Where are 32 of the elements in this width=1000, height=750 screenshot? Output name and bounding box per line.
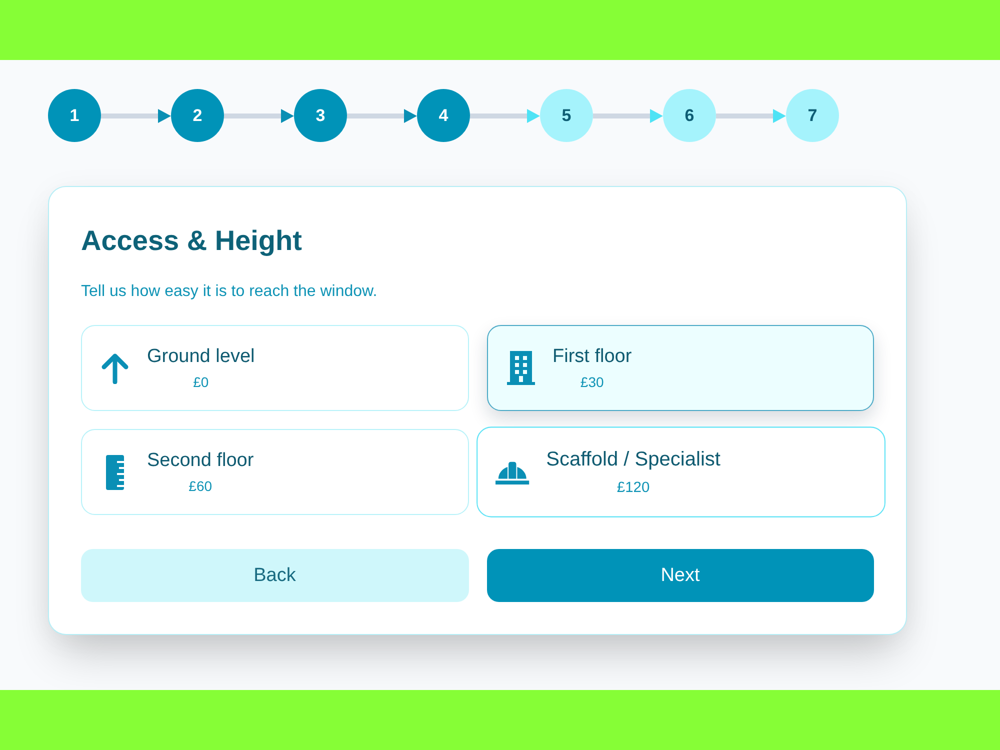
step-circle: 5 xyxy=(540,89,593,142)
ruler-icon xyxy=(106,454,124,490)
form-subtitle: Tell us how easy it is to reach the window. xyxy=(81,282,378,302)
option-card[interactable]: Second floor £60 xyxy=(81,429,468,515)
option-label: Ground level xyxy=(147,345,255,368)
step-circle: 4 xyxy=(417,89,470,142)
step-arrow xyxy=(593,108,663,122)
option-card[interactable]: First floor £30 xyxy=(486,325,874,411)
step-arrow xyxy=(716,108,786,122)
step-circle: 2 xyxy=(171,89,224,142)
option-card[interactable]: Scaffold / Specialist £120 xyxy=(476,426,884,518)
option-price: £120 xyxy=(616,477,650,496)
step-arrow xyxy=(224,108,294,122)
option-label: Second floor xyxy=(147,449,254,472)
arrow-up-icon xyxy=(100,352,130,384)
step-arrow xyxy=(470,108,540,122)
step-arrow xyxy=(101,108,171,122)
option-label: Scaffold / Specialist xyxy=(546,448,720,472)
back-button[interactable]: Back xyxy=(81,549,468,602)
option-price: £60 xyxy=(188,477,212,495)
option-card[interactable]: Ground level £0 xyxy=(81,325,468,411)
step-circle: 3 xyxy=(294,89,347,142)
option-label: First floor xyxy=(552,345,632,368)
option-price: £30 xyxy=(580,373,604,391)
step-circle: 1 xyxy=(48,89,101,142)
form-title: Access & Height xyxy=(81,224,303,258)
next-button[interactable]: Next xyxy=(486,549,874,602)
step-circle: 6 xyxy=(663,89,716,142)
step-arrow xyxy=(347,108,417,122)
option-price: £0 xyxy=(193,373,209,391)
step-circle: 7 xyxy=(786,89,839,142)
building-icon xyxy=(506,351,534,385)
